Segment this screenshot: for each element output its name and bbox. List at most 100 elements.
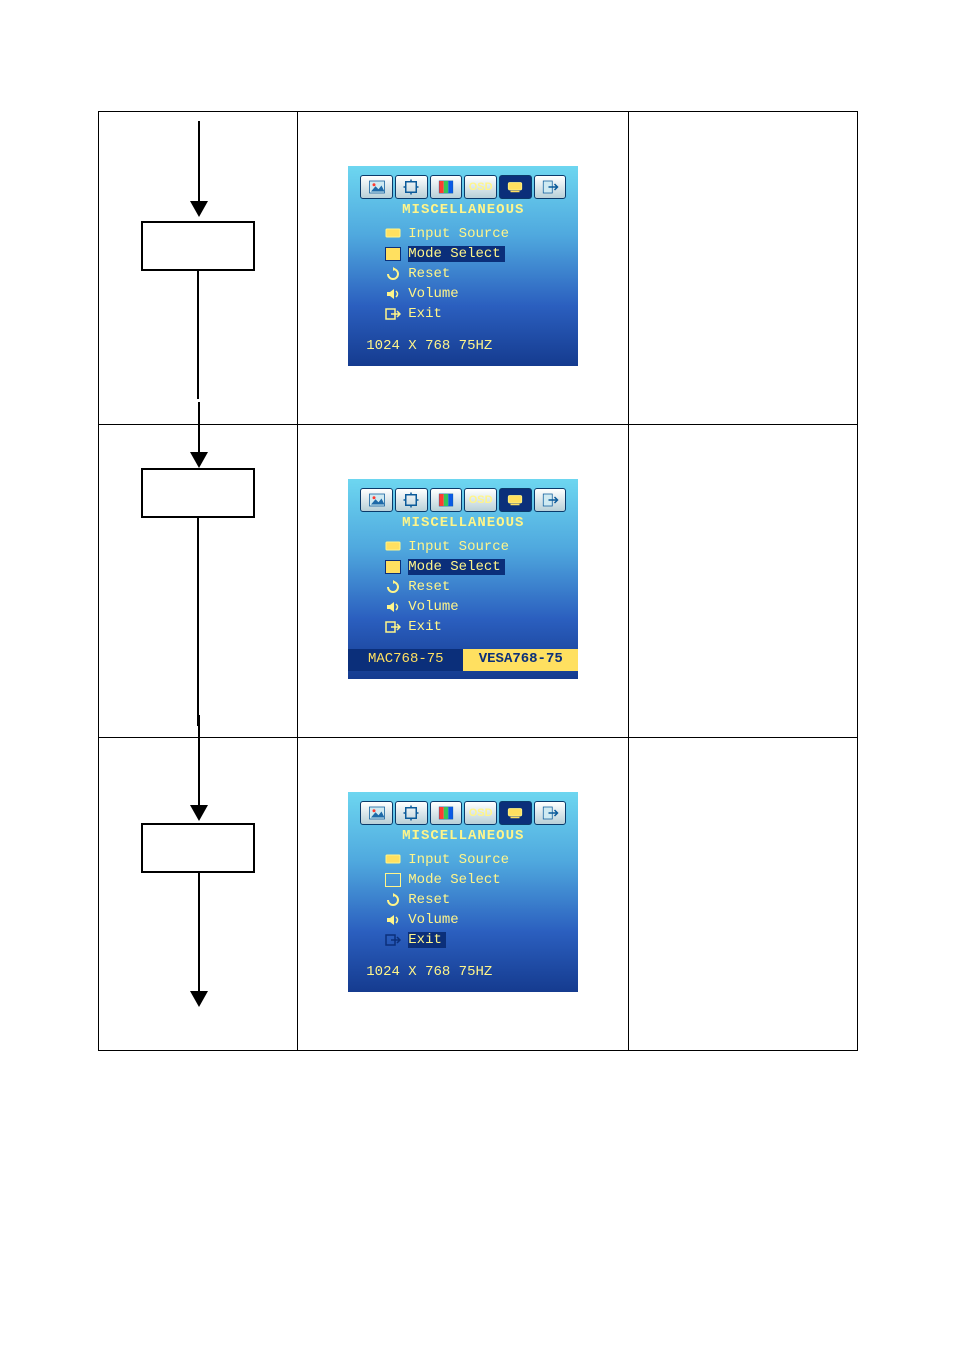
- osd-status-mode-pair: MAC768-75 VESA768-75: [348, 649, 578, 671]
- osd-tab-bar: OSD: [358, 798, 568, 828]
- tab-picture[interactable]: [360, 488, 393, 512]
- mode-select-icon: [384, 246, 402, 262]
- menu-item-exit[interactable]: Exit: [384, 930, 564, 950]
- tab-osd-label: OSD: [469, 807, 493, 819]
- tab-osd-label: OSD: [469, 181, 493, 193]
- tab-exit[interactable]: [534, 488, 567, 512]
- menu-item-exit[interactable]: Exit: [384, 304, 564, 324]
- osd-status-resolution: 1024 X 768 75HZ: [366, 338, 492, 354]
- osd-tab-bar: OSD: [358, 485, 568, 515]
- connector-small-icon: [384, 539, 402, 555]
- sun-mountain-icon: [368, 491, 386, 509]
- connector-icon: [506, 804, 524, 822]
- menu-item-input-source[interactable]: Input Source: [384, 224, 564, 244]
- geometry-icon: [402, 804, 420, 822]
- flow-connector: [197, 516, 199, 726]
- osd-section-title: MISCELLANEOUS: [348, 828, 578, 844]
- tab-misc[interactable]: [499, 175, 532, 199]
- geometry-icon: [402, 178, 420, 196]
- speaker-icon: [384, 286, 402, 302]
- tab-misc[interactable]: [499, 488, 532, 512]
- tab-geometry[interactable]: [395, 175, 428, 199]
- osd-status-resolution: 1024 X 768 75HZ: [366, 964, 492, 980]
- tab-osd-label: OSD: [469, 494, 493, 506]
- tab-picture[interactable]: [360, 801, 393, 825]
- osd-section-title: MISCELLANEOUS: [348, 515, 578, 531]
- connector-small-icon: [384, 852, 402, 868]
- flow-step-box: [141, 221, 255, 271]
- tab-geometry[interactable]: [395, 801, 428, 825]
- tab-exit[interactable]: [534, 175, 567, 199]
- color-bars-icon: [437, 178, 455, 196]
- menu-label: Reset: [408, 266, 450, 282]
- menu-label: Exit: [408, 932, 446, 948]
- color-bars-icon: [437, 804, 455, 822]
- tab-color[interactable]: [430, 175, 463, 199]
- menu-item-volume[interactable]: Volume: [384, 597, 564, 617]
- menu-item-exit[interactable]: Exit: [384, 617, 564, 637]
- menu-label: Exit: [408, 619, 442, 635]
- menu-label: Volume: [408, 599, 458, 615]
- osd-section-title: MISCELLANEOUS: [348, 202, 578, 218]
- menu-label: Mode Select: [408, 559, 504, 575]
- layout-table: OSD MISCELLANEOUS Input Source Mode Sele…: [98, 111, 858, 1051]
- menu-item-volume[interactable]: Volume: [384, 910, 564, 930]
- exit-arrow-icon: [541, 804, 559, 822]
- exit-arrow-icon: [541, 491, 559, 509]
- note-cell-1: [629, 112, 858, 425]
- menu-label: Reset: [408, 892, 450, 908]
- reset-icon: [384, 579, 402, 595]
- menu-item-input-source[interactable]: Input Source: [384, 537, 564, 557]
- tab-osd[interactable]: OSD: [464, 801, 497, 825]
- tab-osd[interactable]: OSD: [464, 488, 497, 512]
- note-cell-3: [629, 738, 858, 1051]
- flow-step-box: [141, 468, 255, 518]
- connector-icon: [506, 491, 524, 509]
- menu-item-mode-select[interactable]: Mode Select: [384, 244, 564, 264]
- menu-label: Input Source: [408, 852, 509, 868]
- speaker-icon: [384, 599, 402, 615]
- menu-label: Reset: [408, 579, 450, 595]
- exit-small-icon: [384, 932, 402, 948]
- menu-label: Mode Select: [408, 246, 504, 262]
- menu-label: Input Source: [408, 539, 509, 555]
- flow-connector: [197, 269, 199, 399]
- flow-cell-3: [99, 738, 298, 1051]
- tab-osd[interactable]: OSD: [464, 175, 497, 199]
- speaker-icon: [384, 912, 402, 928]
- exit-arrow-icon: [541, 178, 559, 196]
- menu-item-reset[interactable]: Reset: [384, 890, 564, 910]
- note-cell-2: [629, 425, 858, 738]
- mode-left: MAC768-75: [348, 649, 463, 671]
- exit-small-icon: [384, 306, 402, 322]
- menu-item-mode-select[interactable]: Mode Select: [384, 870, 564, 890]
- tab-exit[interactable]: [534, 801, 567, 825]
- osd-cell-2: OSD MISCELLANEOUS Input Source Mode Sele…: [298, 425, 629, 738]
- menu-item-reset[interactable]: Reset: [384, 577, 564, 597]
- tab-color[interactable]: [430, 488, 463, 512]
- flow-cell-1: [99, 112, 298, 425]
- tab-misc[interactable]: [499, 801, 532, 825]
- menu-item-mode-select[interactable]: Mode Select: [384, 557, 564, 577]
- osd-panel: OSD MISCELLANEOUS Input Source Mode Sele…: [348, 792, 578, 992]
- connector-icon: [506, 178, 524, 196]
- osd-menu: Input Source Mode Select Reset Volume Ex…: [384, 537, 564, 637]
- menu-item-volume[interactable]: Volume: [384, 284, 564, 304]
- menu-label: Exit: [408, 306, 442, 322]
- sun-mountain-icon: [368, 178, 386, 196]
- menu-item-input-source[interactable]: Input Source: [384, 850, 564, 870]
- geometry-icon: [402, 491, 420, 509]
- tab-color[interactable]: [430, 801, 463, 825]
- document-page: OSD MISCELLANEOUS Input Source Mode Sele…: [0, 0, 954, 1351]
- sun-mountain-icon: [368, 804, 386, 822]
- exit-small-icon: [384, 619, 402, 635]
- osd-cell-1: OSD MISCELLANEOUS Input Source Mode Sele…: [298, 112, 629, 425]
- menu-item-reset[interactable]: Reset: [384, 264, 564, 284]
- osd-menu: Input Source Mode Select Reset Volume Ex…: [384, 850, 564, 950]
- osd-menu: Input Source Mode Select Reset Volume Ex…: [384, 224, 564, 324]
- osd-tab-bar: OSD: [358, 172, 568, 202]
- tab-geometry[interactable]: [395, 488, 428, 512]
- flow-step-box: [141, 823, 255, 873]
- menu-label: Input Source: [408, 226, 509, 242]
- tab-picture[interactable]: [360, 175, 393, 199]
